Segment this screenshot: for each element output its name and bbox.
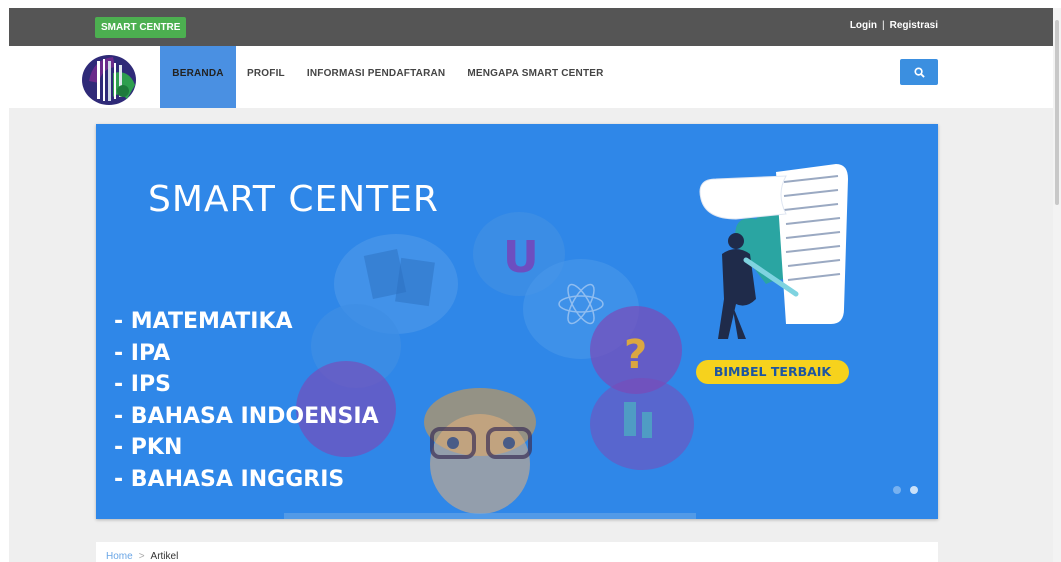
login-link[interactable]: Login (850, 20, 877, 31)
hero-title: SMART CENTER (148, 179, 439, 220)
subject-item: - IPA (114, 340, 171, 366)
breadcrumb-current: Artikel (150, 551, 179, 562)
search-icon (913, 66, 925, 78)
nav-beranda[interactable]: BERANDA (160, 46, 236, 108)
breadcrumb: Home > Artikel (96, 542, 938, 562)
nav-menu: BERANDA PROFIL INFORMASI PENDAFTARAN MEN… (160, 46, 615, 108)
nav-informasi-pendaftaran[interactable]: INFORMASI PENDAFTARAN (296, 46, 456, 108)
subject-item: - PKN (114, 435, 183, 460)
main-navbar: BERANDA PROFIL INFORMASI PENDAFTARAN MEN… (9, 46, 1053, 108)
nav-mengapa-smart-center[interactable]: MENGAPA SMART CENTER (456, 46, 614, 108)
subject-item: - IPS (114, 372, 171, 397)
slider-dot-1[interactable] (893, 486, 901, 494)
page: SMART CENTRE Login | Registrasi BERANDA PR… (9, 8, 1053, 562)
auth-separator: | (882, 20, 885, 31)
scrollbar-thumb[interactable] (1055, 20, 1059, 205)
svg-text:U: U (503, 232, 539, 283)
svg-text:?: ? (624, 332, 647, 378)
top-bar: SMART CENTRE Login | Registrasi (9, 8, 1053, 46)
breadcrumb-separator: > (138, 551, 145, 562)
hero-slider[interactable]: U ? SMART CENTER - MATEMATIKA - IPA - IP… (96, 124, 938, 519)
subject-item: - BAHASA INGGRIS (114, 466, 345, 492)
subject-item: - MATEMATIKA (114, 309, 293, 334)
site-logo[interactable] (79, 51, 139, 106)
subject-list: - MATEMATIKA - IPA - IPS - BAHASA INDOEN… (114, 306, 379, 495)
breadcrumb-home[interactable]: Home (106, 551, 133, 562)
bimbel-badge: BIMBEL TERBAIK (696, 360, 849, 384)
auth-links: Login | Registrasi (850, 20, 938, 31)
search-button[interactable] (900, 59, 938, 85)
nav-profil[interactable]: PROFIL (236, 46, 296, 108)
subject-item: - BAHASA INDOENSIA (114, 403, 379, 429)
slider-dots (893, 486, 918, 494)
slider-dot-2[interactable] (910, 486, 918, 494)
brand-badge[interactable]: SMART CENTRE (95, 17, 187, 38)
register-link[interactable]: Registrasi (890, 20, 938, 31)
